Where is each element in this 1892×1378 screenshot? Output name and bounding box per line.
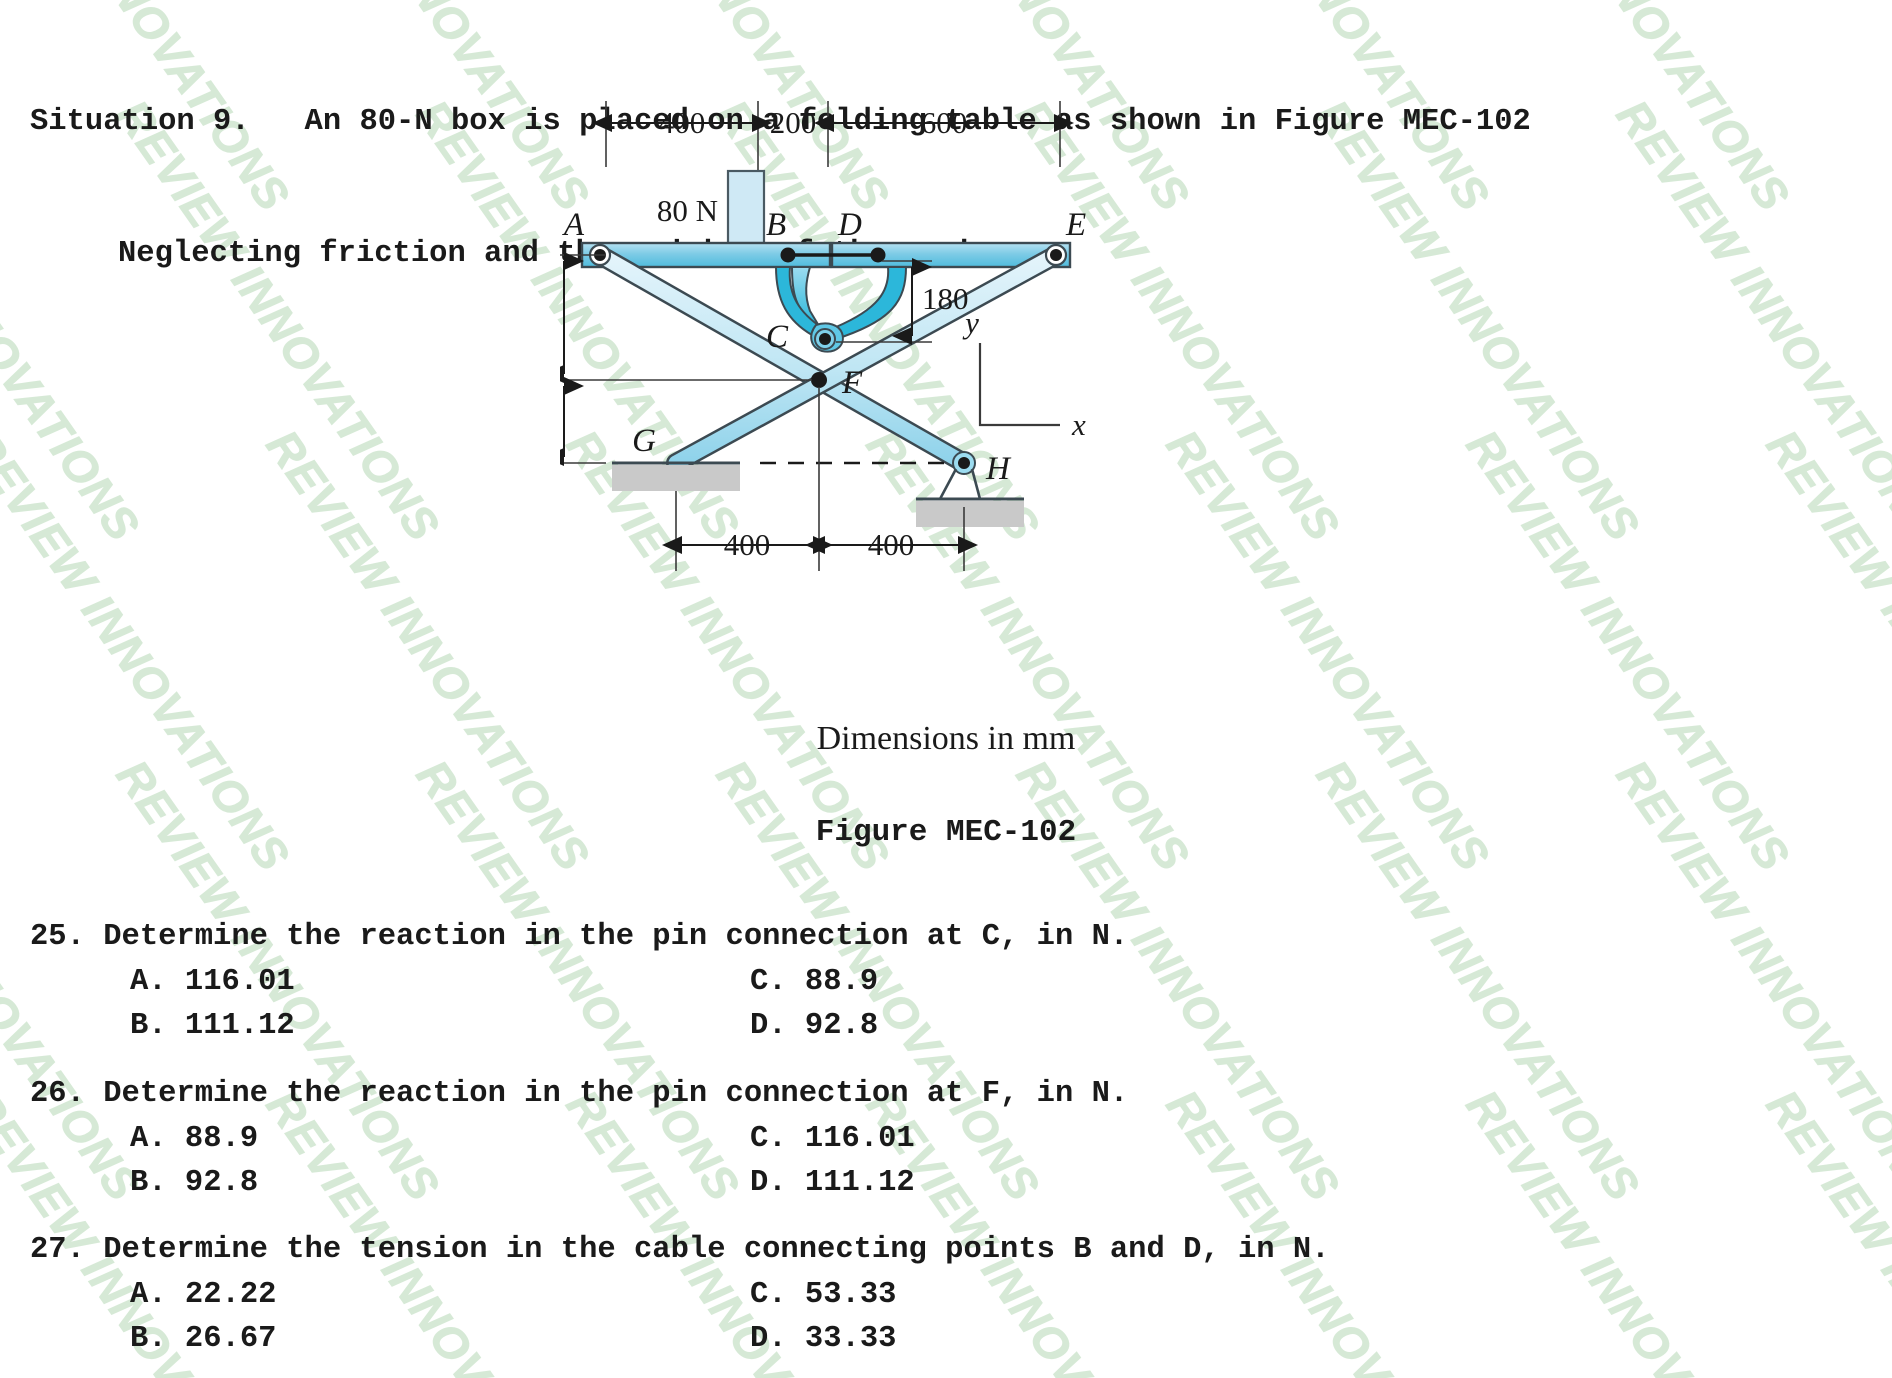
watermark-text: REVIEW INNOVATIONS: [1756, 0, 1892, 221]
question-26-choice-a[interactable]: A. 88.9: [130, 1117, 258, 1161]
watermark-text: REVIEW INNOVATIONS: [0, 420, 301, 881]
bottom-dim-label-400-right: 400: [868, 527, 915, 562]
load-label-80n: 80 N: [657, 193, 718, 228]
question-25-choice-row-2: B. 111.12 D. 92.8: [130, 1004, 1128, 1048]
axis-label-x: x: [1071, 407, 1086, 442]
axis-label-y: y: [962, 305, 979, 340]
question-25-choice-d[interactable]: D. 92.8: [750, 1004, 878, 1048]
question-27-choice-row-2: B. 26.67 D. 33.33: [130, 1317, 1330, 1361]
point-label-e: E: [1065, 207, 1086, 243]
pin-b: [780, 247, 796, 263]
point-label-f: F: [841, 365, 863, 401]
top-dim-label-200: 200: [770, 105, 817, 140]
watermark-text: REVIEW INNOVATIONS: [1456, 420, 1801, 881]
bottom-dim-label-400-left: 400: [724, 527, 771, 562]
ground-pad-h: [916, 501, 1024, 527]
axes-xy: [978, 343, 1060, 427]
question-27-choice-d[interactable]: D. 33.33: [750, 1317, 896, 1361]
top-dim-label-400: 400: [659, 105, 706, 140]
load-box-80n: [726, 169, 766, 245]
point-label-b: B: [766, 207, 786, 243]
point-label-d: D: [837, 207, 862, 243]
watermark-text: REVIEW INNOVATIONS: [256, 420, 601, 881]
question-27: 27. Determine the tension in the cable c…: [30, 1233, 1330, 1361]
point-label-a: A: [562, 207, 585, 243]
point-label-h: H: [985, 451, 1012, 487]
watermark-text: REVIEW INNOVATIONS: [1156, 420, 1501, 881]
pin-f: [811, 372, 827, 388]
question-26-stem: 26. Determine the reaction in the pin co…: [30, 1077, 1129, 1111]
figure-mec-102-diagram: 400 200 600 80 N 180 400 400 y x A B D E…: [560, 95, 1180, 675]
point-label-g: G: [632, 423, 656, 459]
ground-pad-g: [612, 465, 740, 491]
question-25-choice-c[interactable]: C. 88.9: [750, 960, 878, 1004]
pin-c: [819, 333, 831, 345]
question-26-choice-row-2: B. 92.8 D. 111.12: [130, 1161, 1128, 1205]
question-27-choice-b[interactable]: B. 26.67: [130, 1317, 276, 1361]
watermark-text: REVIEW INNOVATIONS: [0, 420, 1, 881]
point-label-c: C: [766, 319, 789, 355]
question-25-stem: 25. Determine the reaction in the pin co…: [30, 920, 1129, 954]
question-27-choice-a[interactable]: A. 22.22: [130, 1273, 276, 1317]
member-e-g-fill: [668, 247, 1064, 471]
watermark-text: REVIEW INNOVATIONS: [0, 0, 1, 221]
question-26-choice-d[interactable]: D. 111.12: [750, 1161, 915, 1205]
figure-dimension-caption: Dimensions in mm: [816, 720, 1076, 757]
question-26-choice-b[interactable]: B. 92.8: [130, 1161, 258, 1205]
watermark-text: REVIEW INNOVATIONS: [1456, 1080, 1801, 1378]
top-dim-label-600: 600: [921, 105, 968, 140]
question-27-choice-row-1: A. 22.22 C. 53.33: [130, 1273, 1330, 1317]
figure-number-caption: Figure MEC-102: [815, 815, 1077, 850]
watermark-text: REVIEW INNOVATIONS: [0, 1080, 1, 1378]
question-26: 26. Determine the reaction in the pin co…: [30, 1077, 1128, 1205]
question-25-choice-b[interactable]: B. 111.12: [130, 1004, 295, 1048]
question-26-choice-row-1: A. 88.9 C. 116.01: [130, 1117, 1128, 1161]
question-26-choice-c[interactable]: C. 116.01: [750, 1117, 915, 1161]
watermark-text: REVIEW INNOVATIONS: [1606, 90, 1892, 551]
question-27-stem: 27. Determine the tension in the cable c…: [30, 1233, 1330, 1267]
question-27-choice-c[interactable]: C. 53.33: [750, 1273, 896, 1317]
question-25: 25. Determine the reaction in the pin co…: [30, 920, 1128, 1048]
inner-dim-label-180: 180: [922, 281, 969, 316]
pin-h: [958, 457, 970, 469]
pin-e: [1050, 249, 1062, 261]
question-25-choice-a[interactable]: A. 116.01: [130, 960, 295, 1004]
watermark-text: REVIEW INNOVATIONS: [1756, 1080, 1892, 1378]
question-25-choice-row-1: A. 116.01 C. 88.9: [130, 960, 1128, 1004]
watermark-text: REVIEW INNOVATIONS: [1756, 420, 1892, 881]
